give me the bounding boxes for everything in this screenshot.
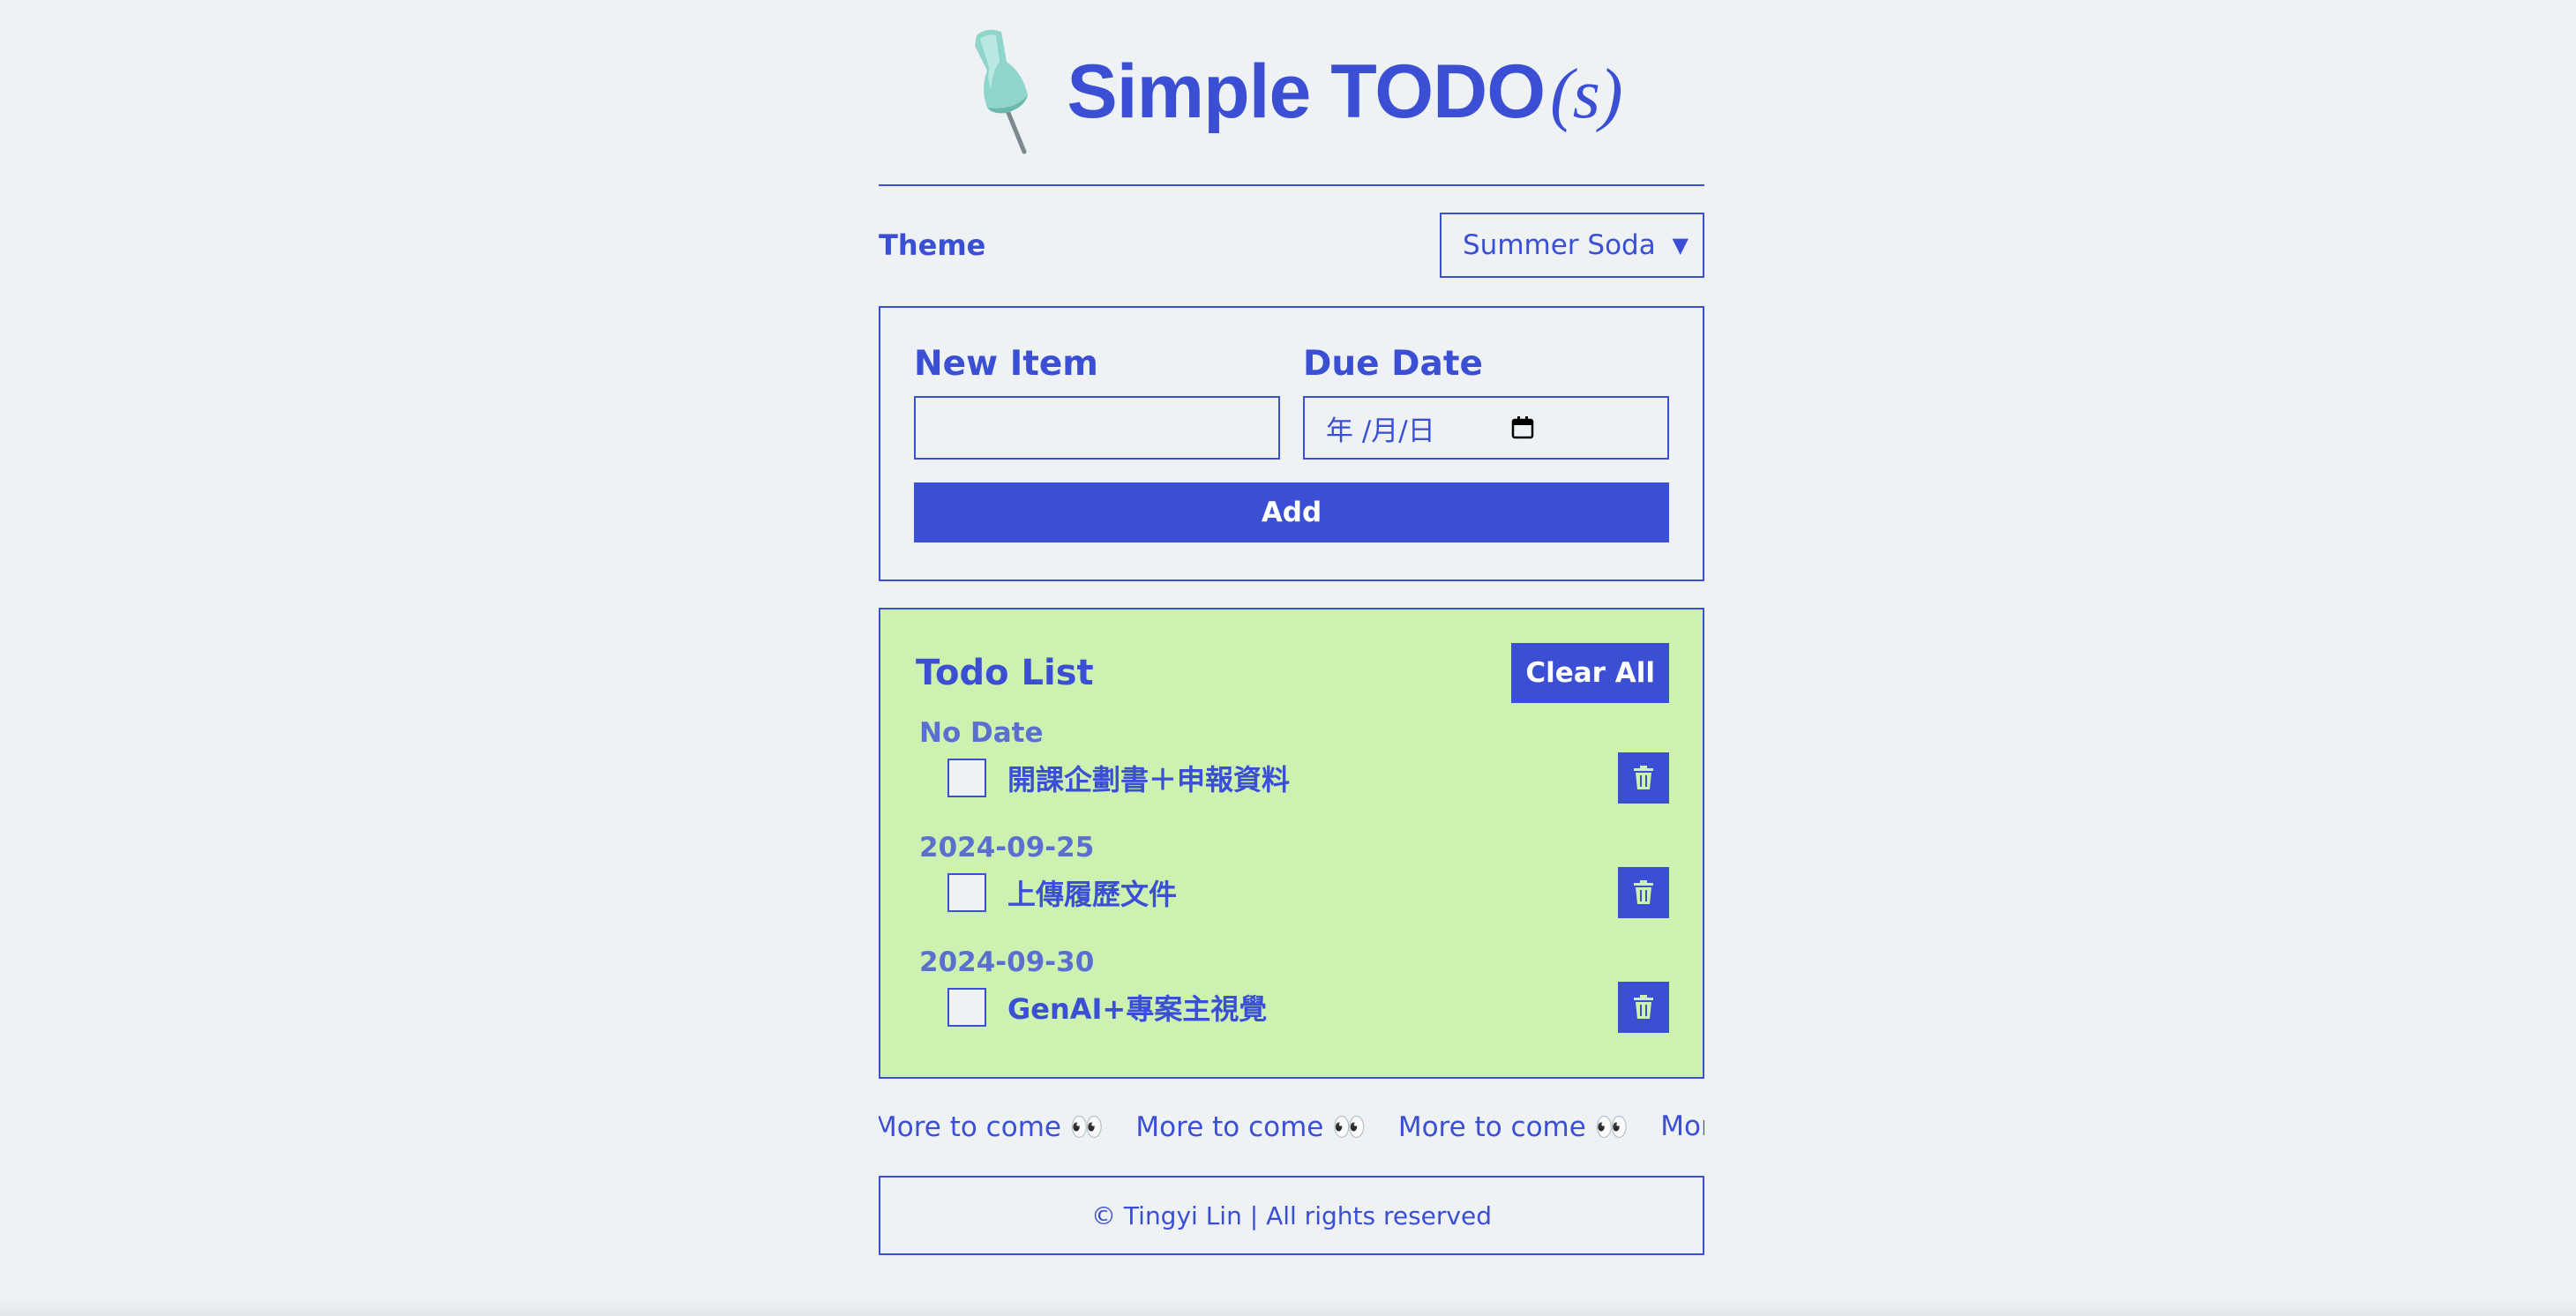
header: Simple TODO(s) <box>879 0 1704 186</box>
footer: © Tingyi Lin | All rights reserved <box>879 1176 1704 1255</box>
due-date-field: Due Date 年 /月/日 <box>1303 340 1669 460</box>
todo-item: GenAI+專案主視覺 <box>916 982 1669 1033</box>
trash-icon <box>1634 995 1653 1019</box>
todo-checkbox[interactable] <box>947 759 986 797</box>
due-date-label: Due Date <box>1303 344 1483 384</box>
todo-header: Todo List Clear All <box>916 643 1669 703</box>
todo-group: No Date 開課企劃書＋申報資料 <box>916 714 1669 804</box>
todo-list-card: Todo List Clear All No Date 開課企劃書＋申報資料 2… <box>879 608 1704 1079</box>
todo-item-text: 開課企劃書＋申報資料 <box>1007 763 1291 796</box>
delete-button[interactable] <box>1618 982 1669 1033</box>
page-title: Simple TODO(s) <box>1067 49 1622 134</box>
group-date: 2024-09-30 <box>919 946 1095 978</box>
trash-icon <box>1634 766 1653 789</box>
bottom-shadow <box>0 1298 2576 1316</box>
marquee: More to come 👀 More to come 👀 More to co… <box>879 1100 1704 1153</box>
footer-text: © Tingyi Lin | All rights reserved <box>1091 1200 1492 1230</box>
todo-item: 上傳履歷文件 <box>916 867 1669 918</box>
new-item-input[interactable] <box>914 396 1280 460</box>
due-date-placeholder: 年 /月/日 <box>1326 415 1435 447</box>
due-date-input[interactable]: 年 /月/日 <box>1303 396 1669 460</box>
marquee-item: More to <box>1660 1110 1704 1142</box>
delete-button[interactable] <box>1618 752 1669 804</box>
todo-list-title: Todo List <box>916 653 1094 693</box>
todo-checkbox[interactable] <box>947 988 986 1027</box>
todo-item-text: 上傳履歷文件 <box>1007 878 1178 911</box>
theme-row: Theme Summer Soda ▼ <box>879 213 1704 278</box>
todo-item-text: GenAI+專案主視覺 <box>1007 992 1268 1026</box>
marquee-item: More to come 👀 <box>1397 1110 1629 1143</box>
todo-group: 2024-09-25 上傳履歷文件 <box>916 828 1669 918</box>
form-fields: New Item Due Date 年 /月/日 <box>914 340 1669 460</box>
theme-label: Theme <box>879 228 986 262</box>
add-button[interactable]: Add <box>914 482 1669 542</box>
caret-down-icon: ▼ <box>1672 233 1689 258</box>
marquee-item: More to come 👀 <box>1135 1110 1367 1143</box>
title-suffix: (s) <box>1550 56 1622 133</box>
marquee-item: More to come 👀 <box>879 1110 1105 1143</box>
calendar-icon[interactable] <box>1510 415 1535 440</box>
new-item-label: New Item <box>914 344 1098 384</box>
pushpin-icon <box>975 29 1029 153</box>
todo-group: 2024-09-30 GenAI+專案主視覺 <box>916 943 1669 1033</box>
todo-checkbox[interactable] <box>947 873 986 912</box>
clear-all-button[interactable]: Clear All <box>1511 643 1669 703</box>
theme-select[interactable]: Summer Soda ▼ <box>1440 213 1704 278</box>
todo-item: 開課企劃書＋申報資料 <box>916 752 1669 804</box>
group-date: 2024-09-25 <box>919 832 1095 864</box>
trash-icon <box>1634 880 1653 904</box>
group-date: No Date <box>919 717 1044 749</box>
new-item-field: New Item <box>914 340 1280 460</box>
delete-button[interactable] <box>1618 867 1669 918</box>
app-container: Simple TODO(s) Theme Summer Soda ▼ New I… <box>879 0 1704 1255</box>
theme-select-value: Summer Soda <box>1463 229 1656 261</box>
new-item-form: New Item Due Date 年 /月/日 Add <box>879 306 1704 581</box>
